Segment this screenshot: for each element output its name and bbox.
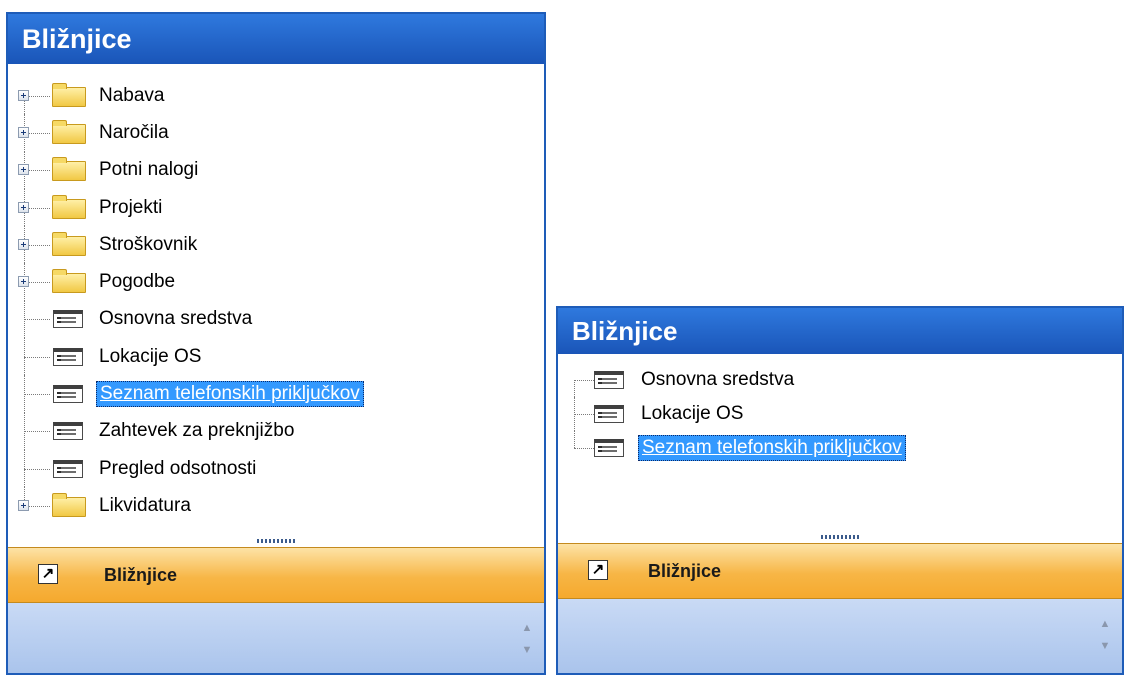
tree-item-label[interactable]: Seznam telefonskih priključkov	[96, 381, 364, 408]
plus-expander-icon[interactable]	[18, 276, 29, 288]
splitter-grip[interactable]	[8, 538, 544, 546]
nav-button-label: Bližnjice	[104, 565, 178, 585]
splitter-grip[interactable]	[558, 534, 1122, 542]
tree-item-label[interactable]: Nabava	[96, 84, 168, 108]
tree-connector-line	[574, 380, 575, 397]
plus-expander-icon[interactable]	[18, 89, 29, 101]
navigation-pane-footer: ▲ ▼	[558, 599, 1122, 673]
tree-form-item[interactable]: Pregled odsotnosti	[8, 449, 544, 488]
scroll-up-icon[interactable]: ▲	[520, 621, 534, 635]
tree-connector-branch	[24, 319, 50, 321]
tree-folder-item[interactable]: Likvidatura	[8, 487, 544, 524]
panel-title: Bližnjice	[558, 308, 1122, 354]
form-icon	[53, 347, 83, 366]
shortcut-arrow-icon: ↗	[38, 564, 58, 584]
tree-item-label[interactable]: Potni nalogi	[96, 158, 201, 182]
tree-folder-item[interactable]: Potni nalogi	[8, 151, 544, 189]
grip-dots-icon	[821, 535, 859, 539]
tree-item-label[interactable]: Likvidatura	[96, 494, 194, 518]
tree-connector-branch	[24, 431, 50, 433]
nav-button-label: Bližnjice	[648, 561, 722, 581]
tree-item-label[interactable]: Naročila	[96, 121, 172, 145]
folder-icon	[52, 269, 86, 294]
tree-connector-branch	[574, 448, 594, 449]
shortcuts-panel-left: Bližnjice Nabava Naročila Potni nalogi Proj…	[6, 12, 546, 675]
scroll-up-icon[interactable]: ▲	[1098, 617, 1112, 631]
scroll-down-icon[interactable]: ▼	[1098, 639, 1112, 653]
tree-form-item[interactable]: Seznam telefonskih priključkov	[558, 431, 1122, 465]
shortcut-arrow-icon: ↗	[588, 560, 608, 580]
shortcuts-tree[interactable]: Osnovna sredstva Lokacije OS Seznam telefo…	[558, 356, 1122, 534]
shortcuts-tree[interactable]: Nabava Naročila Potni nalogi Projekti Strošk…	[8, 66, 544, 538]
tree-item-label[interactable]: Osnovna sredstva	[638, 368, 797, 392]
tree-form-item[interactable]: Osnovna sredstva	[8, 300, 544, 339]
form-icon	[53, 422, 83, 441]
tree-form-item[interactable]: Lokacije OS	[8, 338, 544, 376]
tree-item-label[interactable]: Lokacije OS	[96, 345, 204, 369]
folder-icon	[52, 231, 86, 256]
grip-dots-icon	[257, 539, 295, 543]
tree-connector-branch	[24, 356, 50, 358]
tree-item-label[interactable]: Zahtevek za preknjižbo	[96, 419, 297, 443]
form-icon	[53, 310, 83, 329]
tree-form-item[interactable]: Zahtevek za preknjižbo	[8, 412, 544, 450]
tree-folder-item[interactable]: Stroškovnik	[8, 226, 544, 264]
form-icon	[594, 439, 624, 457]
plus-expander-icon[interactable]	[18, 499, 29, 511]
navigation-pane-footer: ▲ ▼	[8, 603, 544, 673]
tree-form-item[interactable]: Lokacije OS	[558, 397, 1122, 431]
tree-connector-branch	[24, 394, 50, 396]
folder-icon	[52, 194, 86, 219]
tree-list: Nabava Naročila Potni nalogi Projekti Strošk…	[8, 66, 544, 525]
form-icon	[53, 385, 83, 404]
plus-expander-icon[interactable]	[18, 238, 29, 250]
tree-item-label[interactable]: Seznam telefonskih priključkov	[638, 435, 906, 461]
tree-item-label[interactable]: Stroškovnik	[96, 233, 200, 257]
tree-connector-branch	[574, 380, 594, 381]
tree-list: Osnovna sredstva Lokacije OS Seznam telefo…	[558, 356, 1122, 465]
plus-expander-icon[interactable]	[18, 164, 29, 176]
folder-icon	[52, 492, 86, 517]
form-icon	[594, 405, 624, 423]
tree-form-item[interactable]: Seznam telefonskih priključkov	[8, 375, 544, 413]
plus-expander-icon[interactable]	[18, 126, 29, 138]
form-icon	[53, 459, 83, 478]
panel-title: Bližnjice	[8, 14, 544, 64]
tree-connector-line	[574, 431, 575, 448]
folder-icon	[52, 119, 86, 144]
tree-connector-branch	[574, 414, 594, 415]
tree-item-label[interactable]: Projekti	[96, 196, 165, 220]
tree-item-label[interactable]: Pogodbe	[96, 270, 178, 294]
tree-item-label[interactable]: Osnovna sredstva	[96, 307, 255, 331]
tree-folder-item[interactable]: Pogodbe	[8, 263, 544, 301]
tree-item-label[interactable]: Pregled odsotnosti	[96, 457, 259, 481]
tree-folder-item[interactable]: Nabava	[8, 77, 544, 115]
tree-connector-branch	[24, 468, 50, 470]
form-icon	[594, 371, 624, 389]
tree-folder-item[interactable]: Naročila	[8, 114, 544, 152]
tree-item-label[interactable]: Lokacije OS	[638, 402, 746, 426]
shortcuts-panel-right: Bližnjice Osnovna sredstva Lokacije OS Sez…	[556, 306, 1124, 675]
nav-button-shortcuts[interactable]: ↗ Bližnjice	[558, 543, 1122, 599]
nav-button-shortcuts[interactable]: ↗ Bližnjice	[8, 547, 544, 603]
folder-icon	[52, 157, 86, 182]
tree-form-item[interactable]: Osnovna sredstva	[558, 363, 1122, 397]
plus-expander-icon[interactable]	[18, 201, 29, 213]
tree-folder-item[interactable]: Projekti	[8, 188, 544, 227]
scroll-down-icon[interactable]: ▼	[520, 643, 534, 657]
folder-icon	[52, 82, 86, 107]
